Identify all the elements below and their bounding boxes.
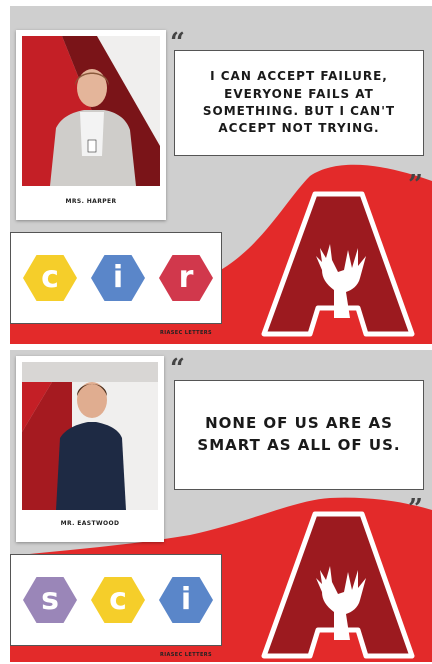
quote-text: NONE OF US ARE AS SMART AS ALL OF US.: [197, 413, 400, 457]
riasec-hex-c: c: [23, 255, 77, 301]
quote-box: I CAN ACCEPT FAILURE, EVERYONE FAILS AT …: [174, 50, 424, 156]
photo-frame: MR. EASTWOOD: [16, 356, 164, 542]
riasec-hex-s: s: [23, 577, 77, 623]
a-stag-logo: [261, 191, 415, 337]
quote-text: I CAN ACCEPT FAILURE, EVERYONE FAILS AT …: [203, 68, 395, 138]
photo-frame: MRS. HARPER: [16, 30, 166, 220]
page: MRS. HARPER “ I CAN ACCEPT FAILURE, EVER…: [0, 0, 432, 664]
quote-line: EVERYONE FAILS AT: [224, 86, 374, 101]
a-stag-logo: [261, 511, 415, 659]
riasec-letter: c: [41, 260, 59, 295]
riasec-letter: i: [112, 260, 124, 295]
teacher-card-harper: MRS. HARPER “ I CAN ACCEPT FAILURE, EVER…: [10, 6, 432, 344]
teacher-photo: [22, 362, 158, 510]
teacher-name: MRS. HARPER: [65, 198, 117, 205]
riasec-label: RIASEC LETTERS: [160, 652, 213, 658]
riasec-letter: r: [178, 260, 194, 295]
riasec-box: c i r: [10, 232, 222, 324]
portrait-image: [22, 36, 160, 186]
riasec-box: s c i: [10, 554, 222, 646]
riasec-letter: i: [180, 582, 192, 617]
quote-line: SOMETHING. BUT I CAN'T: [202, 104, 396, 118]
riasec-label: RIASEC LETTERS: [160, 330, 213, 336]
riasec-hex-c: c: [91, 577, 145, 623]
riasec-hex-r: r: [159, 255, 213, 301]
quote-box: NONE OF US ARE AS SMART AS ALL OF US.: [174, 380, 424, 490]
teacher-photo: [22, 36, 160, 186]
riasec-hex-i: i: [91, 255, 145, 301]
portrait-image: [22, 362, 158, 510]
quote-line: SMART AS ALL OF US.: [197, 436, 401, 454]
quote-line: ACCEPT NOT TRYING.: [218, 121, 380, 136]
quote-line: I CAN ACCEPT FAILURE,: [210, 69, 388, 84]
riasec-letter: c: [109, 582, 127, 617]
teacher-card-eastwood: MR. EASTWOOD “ NONE OF US ARE AS SMART A…: [10, 350, 432, 662]
teacher-name: MR. EASTWOOD: [60, 520, 120, 527]
riasec-letter: s: [41, 582, 59, 617]
riasec-hex-i: i: [159, 577, 213, 623]
quote-line: NONE OF US ARE AS: [205, 414, 393, 433]
open-quote-icon: “: [170, 354, 185, 384]
